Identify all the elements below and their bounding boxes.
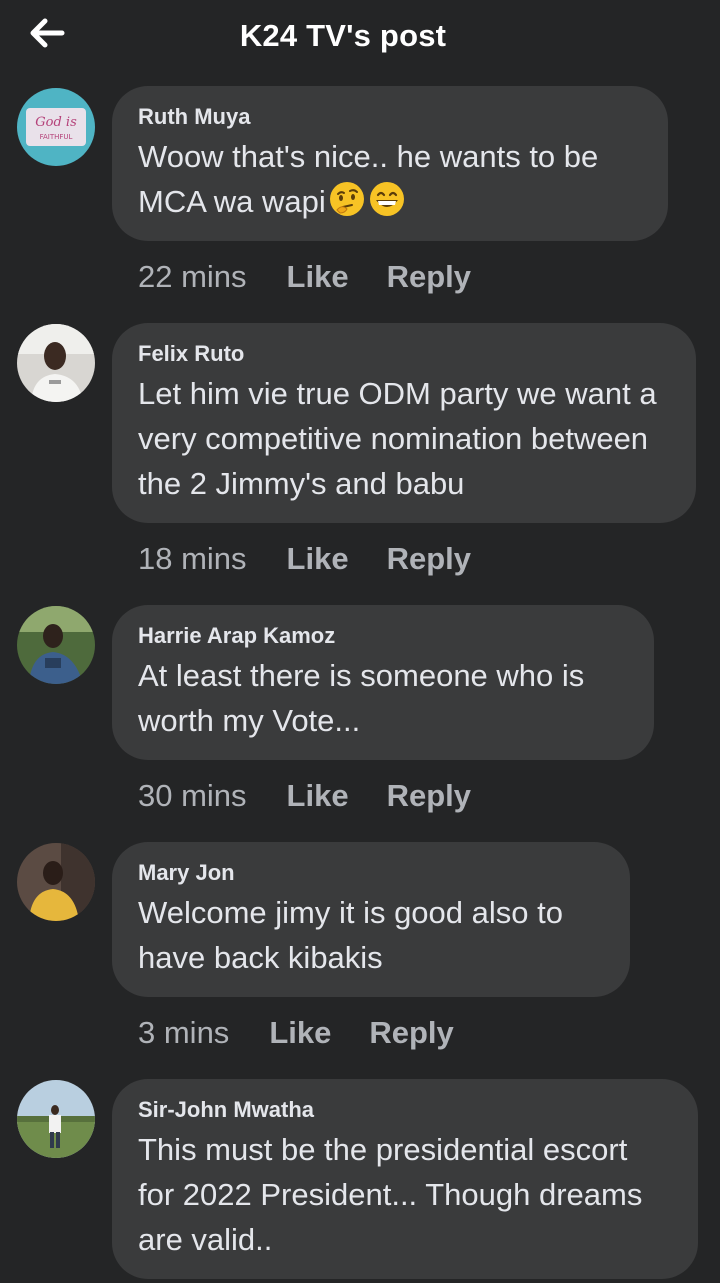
avatar[interactable] bbox=[17, 843, 95, 921]
reply-button[interactable]: Reply bbox=[387, 778, 471, 814]
comment-text: Welcome jimy it is good also to have bac… bbox=[138, 895, 563, 975]
comment-text: Woow that's nice.. he wants to be MCA wa… bbox=[138, 139, 599, 219]
avatar-image: God is FAITHFUL bbox=[17, 88, 95, 166]
comment-bubble[interactable]: Harrie Arap Kamoz At least there is some… bbox=[112, 605, 654, 760]
comment-text: At least there is someone who is worth m… bbox=[138, 658, 585, 738]
like-button[interactable]: Like bbox=[287, 541, 349, 577]
reply-button[interactable]: Reply bbox=[387, 541, 471, 577]
grinning-face-icon bbox=[369, 182, 404, 216]
svg-text:FAITHFUL: FAITHFUL bbox=[40, 133, 73, 141]
like-button[interactable]: Like bbox=[287, 778, 349, 814]
top-bar: K24 TV's post bbox=[0, 0, 720, 76]
like-button[interactable]: Like bbox=[269, 1015, 331, 1051]
comment-author[interactable]: Sir-John Mwatha bbox=[138, 1096, 672, 1124]
reply-button[interactable]: Reply bbox=[369, 1015, 453, 1051]
reply-button[interactable]: Reply bbox=[387, 259, 471, 295]
comment-author[interactable]: Mary Jon bbox=[138, 859, 604, 887]
avatar[interactable] bbox=[17, 324, 95, 402]
avatar-image bbox=[17, 843, 95, 921]
avatar[interactable] bbox=[17, 1080, 95, 1158]
comment-author[interactable]: Harrie Arap Kamoz bbox=[138, 622, 628, 650]
like-button[interactable]: Like bbox=[287, 259, 349, 295]
comment-bubble[interactable]: Mary Jon Welcome jimy it is good also to… bbox=[112, 842, 630, 997]
comment-actions: 18 mins Like Reply bbox=[138, 539, 509, 579]
comment-text: Let him vie true ODM party we want a ver… bbox=[138, 376, 657, 501]
comment-actions: 3 mins Like Reply bbox=[138, 1013, 492, 1053]
comment-timestamp: 30 mins bbox=[138, 778, 247, 813]
comment-bubble[interactable]: Sir-John Mwatha This must be the preside… bbox=[112, 1079, 698, 1279]
avatar-image bbox=[17, 606, 95, 684]
comment-actions: 22 mins Like Reply bbox=[138, 257, 509, 297]
comment-bubble[interactable]: Ruth Muya Woow that's nice.. he wants to… bbox=[112, 86, 668, 241]
page-title: K24 TV's post bbox=[239, 18, 447, 53]
comment-author[interactable]: Felix Ruto bbox=[138, 340, 670, 368]
comment-timestamp: 22 mins bbox=[138, 259, 247, 294]
svg-text:God is: God is bbox=[35, 115, 77, 130]
comment-timestamp: 18 mins bbox=[138, 541, 247, 576]
avatar-image bbox=[17, 324, 95, 402]
thinking-face-icon bbox=[329, 182, 364, 216]
comment-author[interactable]: Ruth Muya bbox=[138, 103, 642, 131]
comment-actions: 30 mins Like Reply bbox=[138, 776, 509, 816]
comment-bubble[interactable]: Felix Ruto Let him vie true ODM party we… bbox=[112, 323, 696, 523]
comment-text: This must be the presidential escort for… bbox=[138, 1132, 643, 1257]
avatar-image bbox=[17, 1080, 95, 1158]
avatar[interactable] bbox=[17, 606, 95, 684]
comment-timestamp: 3 mins bbox=[138, 1015, 230, 1050]
avatar[interactable]: God is FAITHFUL bbox=[17, 88, 95, 166]
